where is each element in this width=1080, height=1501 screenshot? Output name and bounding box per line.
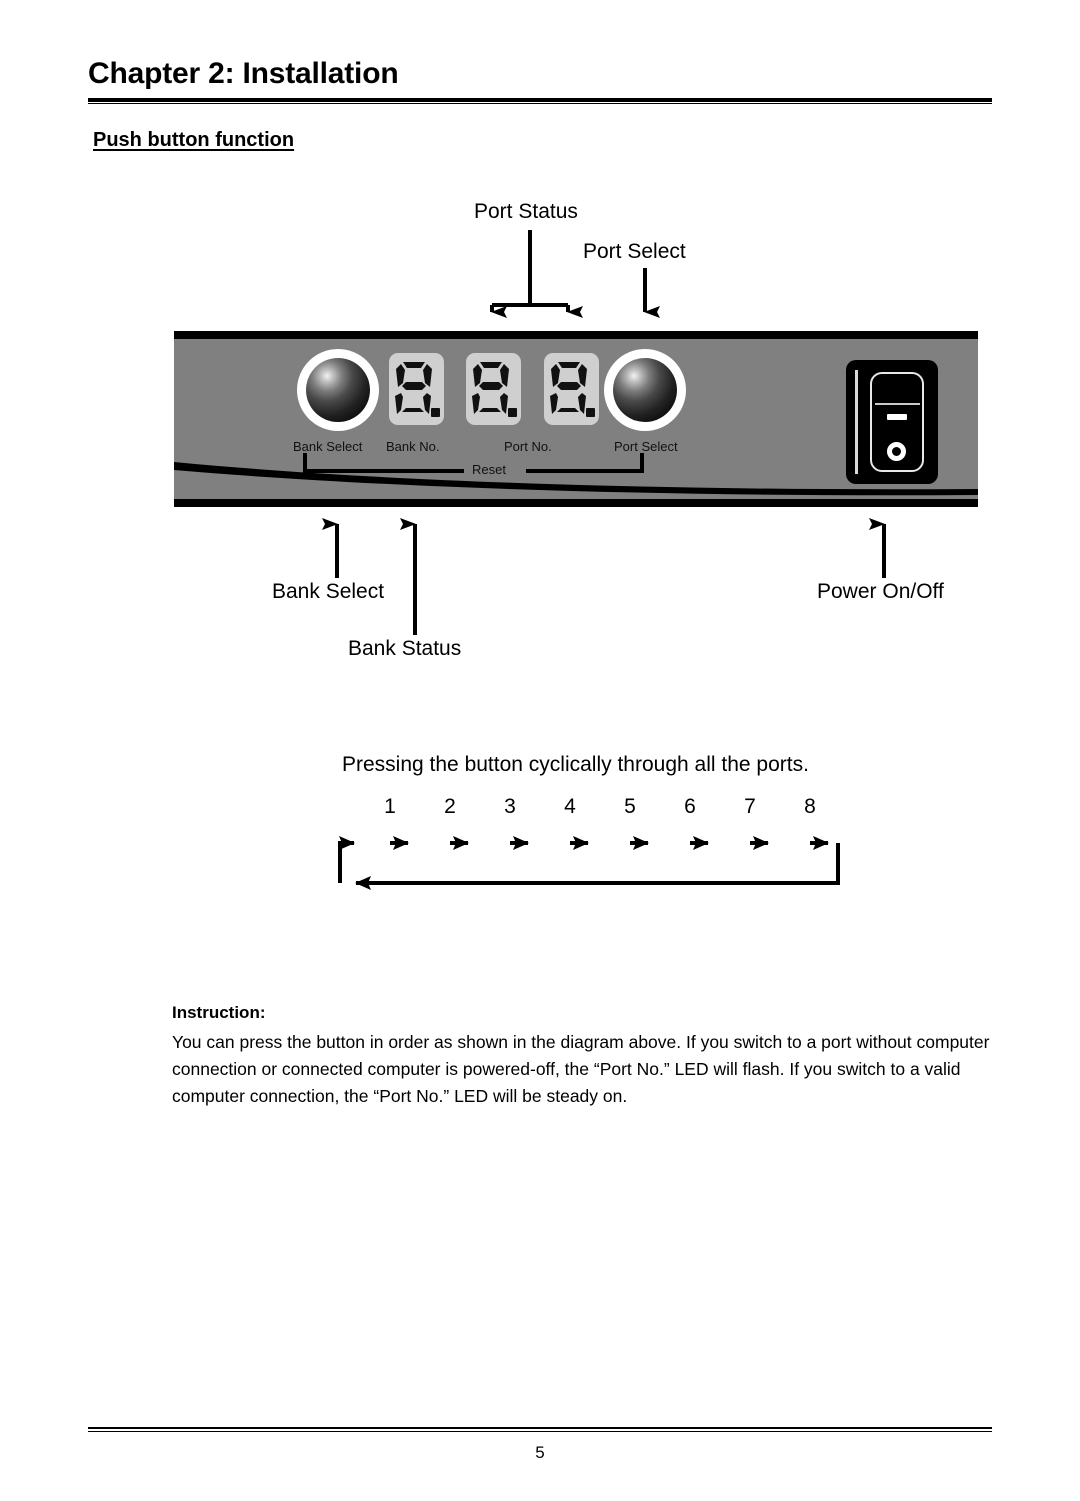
section-heading: Push button function — [93, 129, 295, 151]
cycle-port-number: 2 — [444, 795, 456, 818]
footer-divider — [88, 1427, 992, 1429]
callout-port-status: Port Status — [474, 200, 578, 223]
cycle-arrows — [338, 836, 840, 890]
callout-bank-status: Bank Status — [348, 637, 462, 660]
cycle-diagram: 1 2 3 4 5 6 7 8 — [330, 795, 850, 905]
instruction-text: You can press the button in order as sho… — [172, 1032, 990, 1106]
cycle-port-number: 8 — [804, 795, 816, 818]
cycle-port-number: 7 — [744, 795, 756, 818]
cycle-port-number: 1 — [384, 795, 396, 818]
callout-bank-select: Bank Select — [272, 580, 385, 603]
reset-bracket — [303, 453, 644, 473]
cycle-port-number: 4 — [564, 795, 576, 818]
callout-port-select: Port Select — [583, 240, 686, 263]
panel-controls: Bank Select Bank No. Port No. Port Selec… — [174, 331, 978, 507]
callout-leader-lines — [322, 230, 886, 635]
header-divider — [88, 98, 992, 102]
cycle-port-number: 5 — [624, 795, 636, 818]
page-title: Chapter 2: Installation — [88, 57, 399, 90]
cycle-port-number: 3 — [504, 795, 516, 818]
page-number: 5 — [535, 1443, 545, 1462]
callout-power-on-off: Power On/Off — [817, 580, 944, 603]
footer-divider-thin — [88, 1431, 992, 1432]
cycle-diagram-caption: Pressing the button cyclically through a… — [342, 753, 809, 776]
device-front-panel: Bank Select Bank No. Port No. Port Selec… — [174, 331, 978, 507]
instruction-heading: Instruction: — [172, 1003, 266, 1022]
cycle-port-number: 6 — [684, 795, 696, 818]
header-divider-thin — [88, 103, 992, 104]
